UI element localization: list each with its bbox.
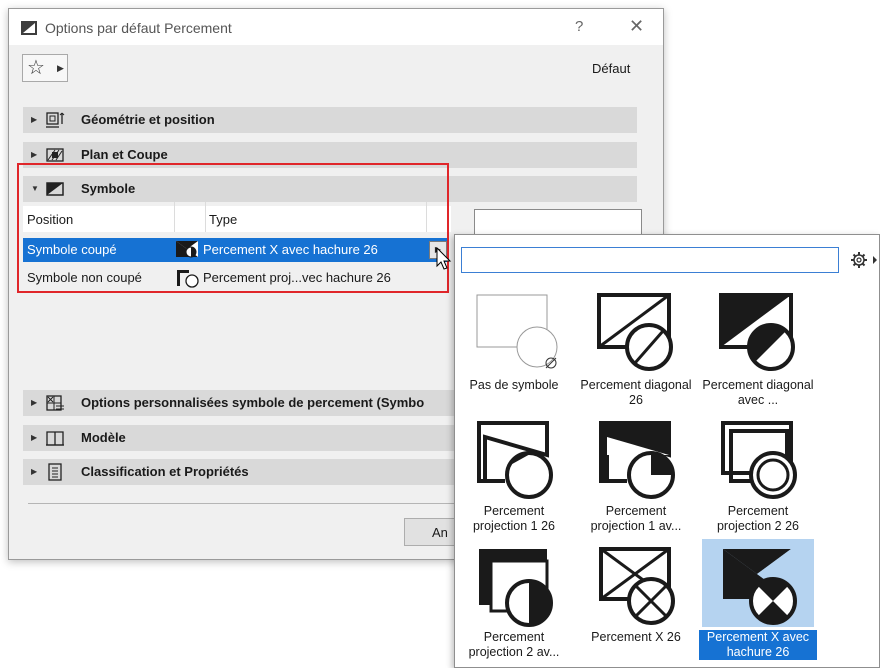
- symbol-option-diagonal[interactable]: Percement diagonal 26: [577, 287, 695, 411]
- diagonal-symbol-icon: [597, 293, 673, 371]
- panel-label: Modèle: [81, 430, 126, 445]
- custom-options-icon: [46, 395, 64, 411]
- symbol-option-label: Percement projection 1 26: [472, 504, 555, 533]
- help-button[interactable]: ?: [575, 18, 583, 35]
- geometry-position-icon: [46, 112, 65, 128]
- panel-label: Géométrie et position: [81, 112, 215, 127]
- symbol-option-label: Percement diagonal avec ...: [702, 378, 814, 407]
- symbol-option-projection-1[interactable]: Percement projection 1 26: [455, 413, 573, 537]
- arrow-right-icon: ▶: [57, 63, 64, 73]
- x-symbol-icon: [599, 547, 675, 625]
- symbol-option-diagonal-hatch[interactable]: Percement diagonal avec ...: [699, 287, 817, 411]
- expand-arrow-icon: ▶: [31, 467, 38, 476]
- symbol-picker-popup: Pas de symbole Percement diagonal 26 Per…: [454, 234, 880, 668]
- expand-arrow-icon: ▶: [31, 398, 38, 407]
- symbol-option-projection-1-hatch[interactable]: Percement projection 1 av...: [577, 413, 695, 537]
- dialog-title: Options par défaut Percement: [45, 20, 232, 36]
- no-symbol-icon: [476, 294, 558, 369]
- panel-label: Plan et Coupe: [81, 147, 168, 162]
- symbol-option-label: Percement projection 2 av...: [468, 630, 560, 659]
- symbol-option-label: Percement projection 2 26: [716, 504, 799, 533]
- symbol-option-pas-de-symbole[interactable]: Pas de symbole: [455, 287, 573, 411]
- symbol-option-label: Percement projection 1 av...: [590, 504, 682, 533]
- projection-1-symbol-icon: [477, 421, 553, 499]
- projection-2-symbol-icon: [721, 421, 797, 499]
- favorites-button[interactable]: ☆ ▶: [22, 54, 68, 82]
- symbol-option-label: Percement diagonal 26: [580, 378, 692, 407]
- panel-label: Classification et Propriétés: [81, 464, 249, 479]
- mouse-cursor-icon: [436, 247, 452, 270]
- symbol-search-input[interactable]: [461, 247, 839, 273]
- floor-plan-section-icon: [46, 148, 64, 162]
- archicad-app-icon: [21, 21, 37, 35]
- close-button[interactable]: ✕: [629, 16, 644, 37]
- expand-arrow-icon: ▶: [31, 115, 38, 124]
- panel-label: Options personnalisées symbole de percem…: [81, 395, 425, 410]
- symbol-option-label: Percement X 26: [591, 630, 681, 644]
- x-hatch-symbol-icon: [723, 549, 797, 625]
- model-icon: [46, 431, 64, 446]
- symbol-option-x[interactable]: Percement X 26: [577, 539, 695, 663]
- highlight-frame: [17, 163, 449, 293]
- expand-arrow-icon: ▶: [31, 433, 38, 442]
- panel-geometry-position[interactable]: ▶ Géométrie et position: [23, 107, 637, 133]
- classification-icon: [48, 463, 62, 481]
- title-bar: Options par défaut Percement ? ✕: [9, 9, 663, 45]
- symbol-option-label: Percement X avec hachure 26: [699, 630, 817, 660]
- symbol-option-label: Pas de symbole: [469, 378, 559, 392]
- star-icon: ☆: [27, 57, 45, 79]
- gear-icon[interactable]: [848, 249, 878, 271]
- projection-1-hatch-symbol-icon: [599, 421, 675, 499]
- cancel-button-label: An: [432, 525, 448, 540]
- expand-arrow-icon: ▶: [31, 150, 38, 159]
- projection-2-hatch-symbol-icon: [479, 549, 553, 627]
- diagonal-hatch-symbol-icon: [719, 293, 795, 371]
- default-label: Défaut: [592, 61, 631, 76]
- symbol-option-x-hatch[interactable]: Percement X avec hachure 26: [699, 539, 817, 663]
- symbol-option-projection-2[interactable]: Percement projection 2 26: [699, 413, 817, 537]
- symbol-option-projection-2-hatch[interactable]: Percement projection 2 av...: [455, 539, 573, 663]
